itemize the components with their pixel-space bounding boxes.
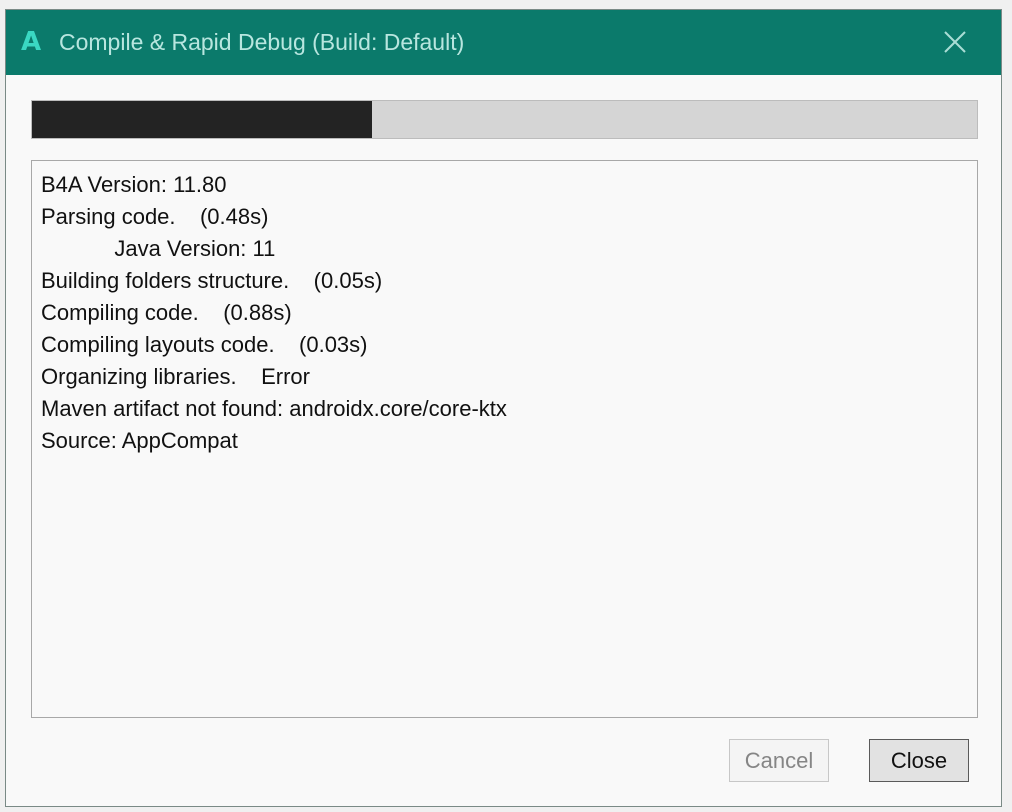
title-bar[interactable]: A Compile & Rapid Debug (Build: Default) [6,10,1001,75]
window-title: Compile & Rapid Debug (Build: Default) [59,29,465,55]
compile-dialog: A Compile & Rapid Debug (Build: Default)… [5,9,1002,807]
log-line: Compiling code. (0.88s) [41,300,292,325]
log-line: Maven artifact not found: androidx.core/… [41,396,507,421]
log-line: Organizing libraries. Error [41,364,310,389]
log-line: Compiling layouts code. (0.03s) [41,332,368,357]
close-button[interactable]: Close [869,739,969,782]
log-line: Parsing code. (0.48s) [41,204,269,229]
build-log[interactable]: B4A Version: 11.80 Parsing code. (0.48s) … [31,160,978,718]
cancel-button[interactable]: Cancel [729,739,829,782]
log-line: Source: AppCompat [41,428,238,453]
b4a-logo-icon: A [21,27,42,57]
log-line: Building folders structure. (0.05s) [41,268,383,293]
log-line: Java Version: 11 [41,236,276,261]
progress-bar [31,100,978,139]
progress-fill [32,101,373,138]
close-icon[interactable] [939,26,971,58]
log-line: B4A Version: 11.80 [41,172,227,197]
